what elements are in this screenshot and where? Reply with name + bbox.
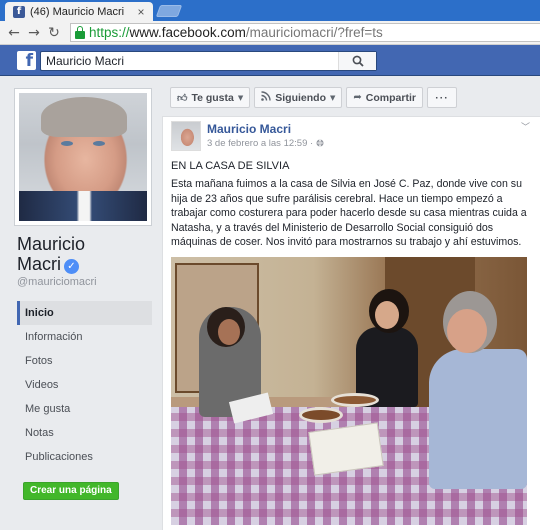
- verified-badge-icon: ✓: [64, 259, 79, 274]
- post-heading: EN LA CASA DE SILVIA: [171, 160, 290, 172]
- nav-item-me-gusta[interactable]: Me gusta: [17, 397, 152, 421]
- back-arrow-icon[interactable]: ←: [6, 25, 22, 41]
- page-action-bar: 👍︎ Te gusta ▼ Siguiendo ▼ ➦ Compartir ··…: [170, 87, 461, 108]
- chevron-down-icon: ▼: [237, 93, 244, 102]
- browser-toolbar: ← → ↻ https://www.facebook.com/mauriciom…: [0, 21, 540, 45]
- left-column: Mauricio Macri ✓ @mauriciomacri Inicio In…: [0, 76, 160, 530]
- profile-picture[interactable]: [14, 88, 152, 226]
- search-box: [40, 51, 377, 71]
- facebook-favicon-icon: f: [13, 5, 25, 18]
- nav-item-fotos[interactable]: Fotos: [17, 349, 152, 373]
- thumbs-up-icon: 👍︎: [177, 92, 188, 104]
- post-card: Mauricio Macri 3 de febrero a las 12:59 …: [162, 116, 540, 530]
- lock-icon: [75, 25, 85, 39]
- search-input[interactable]: [41, 54, 338, 68]
- following-button[interactable]: Siguiendo ▼: [254, 87, 343, 108]
- rss-icon: [261, 91, 271, 104]
- more-options-button[interactable]: ···: [426, 87, 457, 108]
- search-button[interactable]: [338, 52, 376, 70]
- profile-photo: [19, 93, 147, 221]
- facebook-logo-icon[interactable]: f: [17, 51, 36, 70]
- chevron-down-icon: ▼: [330, 93, 336, 102]
- page-title[interactable]: Mauricio Macri ✓: [17, 234, 157, 274]
- address-bar[interactable]: https://www.facebook.com/mauriciomacri/?…: [70, 23, 540, 42]
- share-arrow-icon: ➦: [353, 92, 362, 103]
- page-handle[interactable]: @mauriciomacri: [17, 276, 97, 288]
- post-photo[interactable]: [171, 257, 527, 525]
- post-timestamp[interactable]: 3 de febrero a las 12:59 ·: [207, 138, 324, 149]
- share-button[interactable]: ➦ Compartir: [346, 87, 423, 108]
- post-author-name[interactable]: Mauricio Macri: [207, 122, 291, 136]
- nav-item-notas[interactable]: Notas: [17, 421, 152, 445]
- nav-item-informacion[interactable]: Información: [17, 325, 152, 349]
- facebook-header: f: [0, 45, 540, 76]
- page-nav: Inicio Información Fotos Videos Me gusta…: [17, 301, 152, 469]
- share-label: Compartir: [365, 91, 416, 104]
- forward-arrow-icon[interactable]: →: [26, 25, 42, 41]
- url-path: /mauriciomacri/?fref=ts: [245, 25, 383, 40]
- browser-tab-bar: f (46) Mauricio Macri ×: [0, 0, 540, 21]
- post-date-text: 3 de febrero a las 12:59 ·: [207, 138, 316, 149]
- page-name-last: Macri: [17, 254, 61, 274]
- post-menu-chevron-icon[interactable]: ﹀: [521, 120, 530, 133]
- post-text: Esta mañana fuimos a la casa de Silvia e…: [171, 178, 527, 248]
- reload-icon[interactable]: ↻: [46, 25, 62, 41]
- new-tab-button[interactable]: [155, 5, 183, 17]
- page-name-first: Mauricio: [17, 234, 86, 254]
- like-label: Te gusta: [191, 91, 234, 104]
- browser-tab[interactable]: f (46) Mauricio Macri ×: [5, 2, 153, 21]
- post-author-avatar[interactable]: [171, 121, 201, 151]
- url-scheme: https://: [89, 25, 130, 40]
- url-host: www.facebook.com: [129, 25, 246, 40]
- close-tab-icon[interactable]: ×: [135, 5, 147, 19]
- like-button[interactable]: 👍︎ Te gusta ▼: [170, 87, 251, 108]
- nav-item-videos[interactable]: Videos: [17, 373, 152, 397]
- nav-item-publicaciones[interactable]: Publicaciones: [17, 445, 152, 469]
- nav-item-inicio[interactable]: Inicio: [17, 301, 152, 325]
- create-page-button[interactable]: Crear una página: [23, 482, 119, 500]
- search-icon: [352, 55, 364, 67]
- following-label: Siguiendo: [275, 91, 326, 104]
- globe-icon: [316, 139, 324, 147]
- tab-title: (46) Mauricio Macri: [30, 5, 125, 18]
